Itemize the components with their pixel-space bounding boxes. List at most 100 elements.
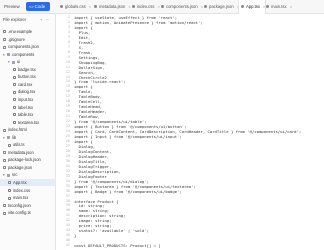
tab-globals-css[interactable]: globals.css ×: [58, 0, 91, 14]
tree-file[interactable]: input.tsx: [0, 96, 56, 103]
top-bar: Preview <>Code globals.css × metadata.json…: [0, 0, 324, 14]
file-icon: [13, 75, 16, 79]
code-toggle-label: Code: [34, 4, 46, 9]
tree-item-label: src: [12, 172, 18, 178]
tree-folder[interactable]: ▾ lib: [0, 134, 56, 141]
file-icon: [3, 151, 6, 155]
tree-file[interactable]: dialog.tsx: [0, 88, 56, 95]
tree-file[interactable]: index.css: [0, 187, 56, 194]
tree-item-label: components.json: [8, 44, 39, 50]
tree-item-label: package-lock.json: [8, 157, 41, 163]
tree-folder[interactable]: ▾ components: [0, 51, 56, 58]
tab-label: globals.css: [65, 4, 86, 9]
file-icon: [13, 83, 16, 87]
tree-file[interactable]: badge.tsx: [0, 66, 56, 73]
close-icon[interactable]: ×: [89, 4, 91, 9]
folder-icon: [7, 173, 10, 177]
file-icon: [8, 181, 11, 185]
code-line: }: [74, 233, 77, 239]
file-explorer-title: File explorer: [3, 17, 27, 22]
file-icon: [3, 211, 6, 215]
file-icon: [13, 90, 16, 94]
tab-metadata-json[interactable]: metadata.json ×: [92, 0, 131, 14]
tree-item-label: input.tsx: [18, 96, 34, 102]
tree-file[interactable]: .gitignore: [0, 36, 56, 43]
file-icon: [3, 128, 6, 132]
line-number-gutter: 1 2 3 4 5 6 7 8 9 10 11 12 13 14 15 16 17 18 19 20 21 22 23 24 2…: [57, 14, 72, 250]
code-editor[interactable]: 1 2 3 4 5 6 7 8 9 10 11 12 13 14 15 16 17 18 19 20 21 22 23 24 2…: [57, 14, 324, 250]
tree-file[interactable]: button.tsx: [0, 73, 56, 80]
tree-file[interactable]: tsconfig.json: [0, 202, 56, 209]
tree-item-label: vite.config.ts: [8, 210, 31, 216]
tree-file[interactable]: package.json: [0, 164, 56, 171]
tree-file[interactable]: label.tsx: [0, 104, 56, 111]
tree-item-label: utils.ts: [13, 142, 25, 148]
tree-item-label: label.tsx: [18, 104, 34, 110]
file-icon: [161, 5, 164, 9]
tree-folder[interactable]: ▾ ui: [0, 58, 56, 65]
file-icon: [8, 143, 11, 147]
preview-toggle[interactable]: Preview: [4, 3, 20, 10]
file-icon: [241, 5, 244, 9]
tab-components-json[interactable]: components.json ×: [159, 0, 203, 14]
tree-file[interactable]: components.json: [0, 43, 56, 50]
tree-item-label: dialog.tsx: [18, 89, 36, 95]
close-icon[interactable]: ×: [290, 4, 292, 9]
tree-item-label: components: [12, 51, 35, 57]
tree-item-label: package.json: [8, 164, 33, 170]
tree-file[interactable]: utils.ts: [0, 141, 56, 148]
tree-item-label: tsconfig.json: [8, 202, 31, 208]
tree-item-label: lib: [12, 134, 17, 140]
tree-item-label: textarea.tsx: [18, 119, 40, 125]
tree-file[interactable]: table.tsx: [0, 111, 56, 118]
tree-item-label: .env.example: [8, 29, 33, 34]
code-icon: <>: [29, 4, 34, 9]
file-icon: [8, 196, 11, 200]
file-icon: [13, 121, 16, 125]
tree-folder[interactable]: ▾ src: [0, 171, 56, 178]
tree-item-label: button.tsx: [18, 74, 36, 80]
file-icon: [60, 5, 63, 9]
tab-app-tsx[interactable]: App.tsx ×: [238, 0, 267, 14]
tab-label: package.json: [209, 4, 234, 9]
tab-label: App.tsx: [246, 4, 260, 9]
code-line: import { Badge } from '@/components/ui/b…: [74, 188, 182, 194]
folder-icon: [7, 53, 10, 57]
tree-item-label: main.tsx: [13, 195, 29, 201]
tree-file[interactable]: card.tsx: [0, 81, 56, 88]
tree-item-label: .gitignore: [8, 36, 25, 42]
file-icon: [266, 5, 269, 9]
tree-item-label: index.css: [13, 187, 31, 193]
tree-file[interactable]: metadata.json: [0, 149, 56, 156]
file-icon: [3, 45, 6, 49]
file-icon: [3, 158, 6, 162]
tree-file[interactable]: index.html: [0, 126, 56, 133]
file-icon: [94, 5, 97, 9]
folder-icon: [7, 136, 10, 140]
tree-file[interactable]: package-lock.json: [0, 156, 56, 163]
tree-item-label: metadata.json: [8, 149, 34, 155]
tree-file[interactable]: textarea.tsx: [0, 119, 56, 126]
tab-main-tsx[interactable]: main.tsx ×: [264, 0, 292, 14]
code-editor-app: Preview <>Code globals.css × metadata.json…: [0, 0, 324, 250]
tab-index-css[interactable]: index.css ×: [130, 0, 160, 14]
tree-file[interactable]: vite.config.ts: [0, 209, 56, 216]
file-explorer-actions[interactable]: + ⋯: [40, 17, 50, 22]
tree-item-label: ui: [17, 59, 21, 65]
tab-label: metadata.json: [99, 4, 126, 9]
code-line: const DEFAULT_PRODUCTS: Product[] = [: [74, 243, 161, 249]
code-line: import { motion, AnimatePresence } from …: [74, 19, 203, 25]
tree-file[interactable]: App.tsx: [0, 179, 56, 186]
code-toggle[interactable]: <>Code: [26, 2, 50, 11]
file-icon: [13, 98, 16, 102]
file-icon: [13, 105, 16, 109]
code-line: status?: 'available' | 'sold';: [74, 228, 149, 234]
tree-item-label: badge.tsx: [18, 66, 36, 72]
folder-icon: [12, 60, 15, 64]
file-icon: [3, 30, 6, 34]
tree-file[interactable]: main.tsx: [0, 194, 56, 201]
tree-file[interactable]: .env.example: [0, 28, 56, 35]
file-icon: [132, 5, 135, 9]
tab-package-json[interactable]: package.json×: [202, 0, 239, 14]
file-explorer: File explorer + ⋯ .env.example .gitignore…: [0, 14, 56, 250]
